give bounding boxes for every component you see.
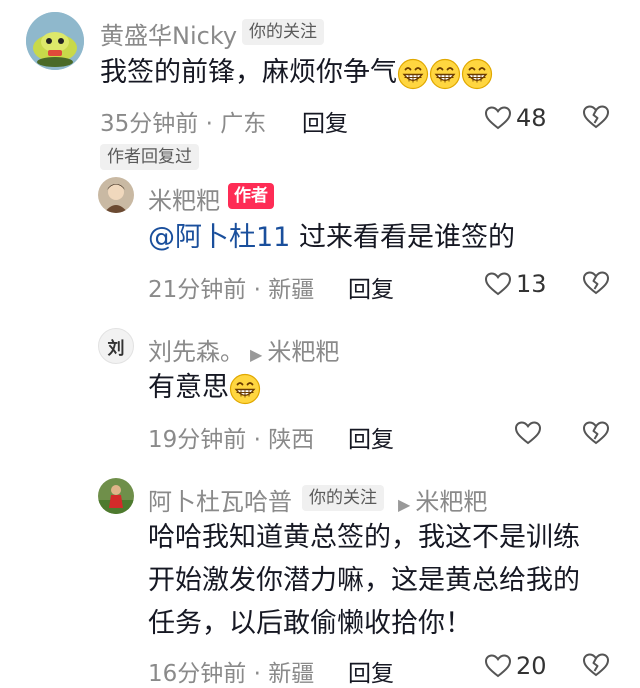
broken-heart-icon [582, 420, 610, 446]
like-count: 13 [516, 270, 547, 298]
comment-text: @阿卜杜11 过来看看是谁签的 [148, 221, 515, 255]
comment-meta: 16分钟前 · 新疆 [148, 654, 314, 688]
comment-location: 广东 [220, 111, 267, 137]
dislike-button[interactable] [582, 270, 610, 300]
mention-link[interactable]: @阿卜杜11 [148, 222, 290, 253]
reply-to: ▶ 米粑粑 [398, 482, 487, 517]
reply-button[interactable]: 回复 [348, 420, 394, 454]
comment-text-content: 我签的前锋，麻烦你争气 [100, 57, 397, 88]
meta-separator: · [198, 111, 221, 137]
comment-time: 16分钟前 [148, 661, 247, 687]
comment-location: 新疆 [268, 661, 315, 687]
reply-arrow-icon: ▶ [250, 345, 263, 364]
avatar-abuduwahapu[interactable] [98, 478, 134, 514]
reply-to: ▶ 米粑粑 [250, 332, 339, 367]
comment-meta: 21分钟前 · 新疆 [148, 270, 314, 304]
heart-icon [484, 653, 512, 679]
comment-username[interactable]: 刘先森。 [148, 332, 244, 367]
comment-username[interactable]: 米粑粑 [148, 181, 220, 216]
dislike-button[interactable] [582, 420, 610, 450]
like-count: 48 [516, 104, 547, 132]
comment-meta: 19分钟前 · 陕西 [148, 420, 314, 454]
reply-to-username[interactable]: 米粑粑 [267, 338, 339, 366]
comment-time: 19分钟前 [148, 427, 247, 453]
like-button[interactable]: 13 [484, 270, 547, 298]
reply-button[interactable]: 回复 [348, 654, 394, 688]
comment-text-content: 有意思 [148, 372, 229, 403]
like-button[interactable] [514, 420, 542, 450]
comment-time: 21分钟前 [148, 277, 247, 303]
broken-heart-icon [582, 652, 610, 678]
like-button[interactable]: 48 [484, 104, 547, 132]
avatar-text: 刘 [107, 338, 125, 359]
avatar-huangshenghua[interactable] [26, 12, 84, 70]
reply-to-username[interactable]: 米粑粑 [415, 488, 487, 516]
comment-location: 新疆 [268, 277, 315, 303]
meta-separator: · [246, 661, 269, 687]
meta-separator: · [246, 427, 269, 453]
following-tag: 你的关注 [302, 485, 384, 511]
comment-text: 哈哈我知道黄总签的，我这不是训练 [148, 522, 580, 553]
meta-separator: · [246, 277, 269, 303]
like-button[interactable]: 20 [484, 652, 547, 680]
comment-text-content: 过来看看是谁签的 [298, 222, 515, 253]
author-badge: 作者 [228, 183, 274, 209]
heart-icon [484, 105, 512, 131]
avatar-mibaba[interactable] [98, 177, 134, 213]
comment-meta: 35分钟前 · 广东 [100, 104, 266, 138]
comment-location: 陕西 [268, 427, 315, 453]
heart-icon [484, 271, 512, 297]
comment-text: 开始激发你潜力嘛，这是黄总给我的 [148, 565, 580, 596]
reply-button[interactable]: 回复 [348, 270, 394, 304]
author-replied-tag: 作者回复过 [100, 144, 199, 170]
dislike-button[interactable] [582, 104, 610, 134]
comment-text: 有意思 [148, 371, 261, 405]
avatar-liuxiansen[interactable]: 刘 [98, 328, 134, 364]
following-tag: 你的关注 [242, 19, 324, 45]
comment-text: 任务，以后敢偷懒收拾你！ [148, 608, 472, 639]
like-count: 20 [516, 652, 547, 680]
comment-username[interactable]: 阿卜杜瓦哈普 [148, 482, 292, 517]
comment-text: 我签的前锋，麻烦你争气 [100, 56, 493, 90]
reply-arrow-icon: ▶ [398, 495, 411, 514]
broken-heart-icon [582, 270, 610, 296]
reply-button[interactable]: 回复 [302, 104, 348, 138]
grinning-emoji [229, 372, 261, 403]
comment-time: 35分钟前 [100, 111, 199, 137]
heart-icon [514, 420, 542, 446]
comment-username[interactable]: 黄盛华Nicky [100, 16, 237, 51]
grinning-emoji [397, 57, 493, 88]
broken-heart-icon [582, 104, 610, 130]
